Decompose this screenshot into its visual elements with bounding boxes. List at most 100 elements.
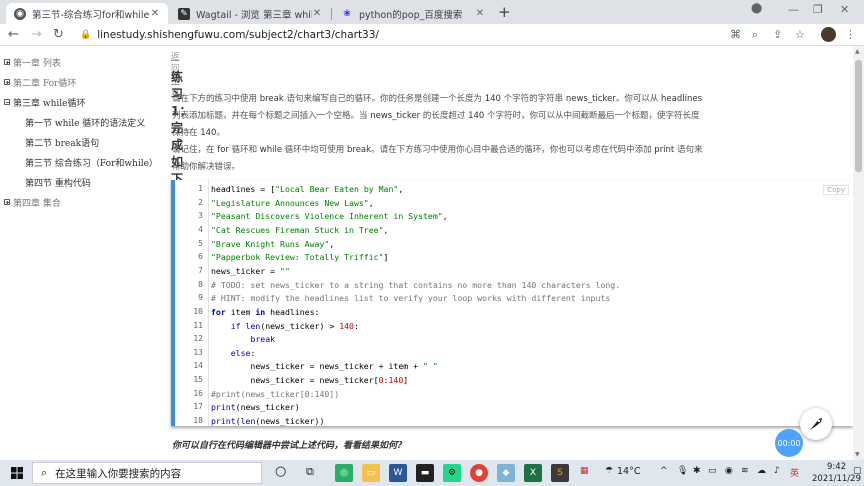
ime-indicator[interactable]: 英	[790, 466, 799, 479]
pen-tool-button[interactable]	[800, 408, 832, 440]
app-icon[interactable]: ◆	[497, 464, 515, 482]
tab-active[interactable]: ◉ 第三节-综合练习for和while ✕	[6, 3, 168, 24]
lock-icon: 🔒	[80, 30, 92, 40]
tray-app-icon[interactable]: ▦	[580, 466, 589, 476]
text: print	[654, 145, 675, 155]
wifi-icon[interactable]: ≋	[741, 466, 749, 476]
line-number: 18	[193, 416, 203, 426]
tab-baidu[interactable]: ❀ python的pop_百度搜索 ✕	[333, 3, 493, 24]
avatar[interactable]	[821, 27, 836, 42]
code-line[interactable]: for item in headlines:	[211, 307, 319, 317]
code-line[interactable]: else:	[211, 348, 256, 358]
code-line[interactable]: # HINT: modify the headlines list to ver…	[211, 293, 610, 303]
timer-badge[interactable]: 00:00	[775, 429, 803, 457]
scroll-up-arrow-icon[interactable]: ▲	[855, 48, 860, 55]
close-icon[interactable]: ✕	[312, 8, 322, 19]
wechat-icon[interactable]: ◎	[335, 464, 353, 482]
code-block[interactable]: Copy 1 headlines = ["Local Bear Eaten by …	[171, 180, 853, 426]
sidebar-item-chapter2[interactable]: 第二章 For循环	[0, 72, 76, 92]
code-line[interactable]: "Cat Rescues Fireman Stuck in Tree",	[211, 225, 388, 235]
page-scrollbar[interactable]: ▲ ▼	[853, 46, 864, 460]
code-token: in	[255, 306, 266, 317]
sidebar-item-chapter1[interactable]: 第一章 列表	[0, 52, 61, 72]
expand-plus-icon[interactable]	[4, 79, 10, 85]
share-icon[interactable]: ⇪	[773, 28, 782, 41]
windows-taskbar: ⌕ 在这里输入你要搜索的内容 ○ ⧉ ◎ ▭ W ▬ ⚙ ● ◆ X S ▦ ☂…	[0, 460, 864, 486]
code-token: # HINT: modify the headlines list to ver…	[211, 293, 611, 304]
window-close-icon[interactable]: ✕	[840, 3, 849, 16]
forward-arrow-icon[interactable]: →	[31, 27, 42, 42]
task-view-icon[interactable]: ⧉	[306, 465, 314, 479]
close-icon[interactable]: ✕	[475, 8, 485, 19]
windows-start-icon[interactable]	[11, 467, 23, 479]
word-icon[interactable]: W	[389, 464, 407, 482]
sidebar-item-section3[interactable]: 第三节 综合练习（For和while）	[25, 152, 158, 172]
code-line[interactable]: break	[211, 334, 275, 344]
weather-temp[interactable]: 14°C	[617, 466, 640, 477]
notification-icon[interactable]: ▢	[853, 466, 862, 476]
expand-plus-icon[interactable]	[4, 199, 10, 205]
code-line[interactable]: "Papperbok Review: Totally Triffic"]	[211, 252, 388, 262]
sidebar-item-section2[interactable]: 第二节 break语句	[25, 132, 99, 152]
restore-icon[interactable]: ❐	[813, 3, 823, 16]
text: 140	[468, 111, 485, 121]
menu-kebab-icon[interactable]: ⋮	[845, 28, 856, 41]
url-field[interactable]: 🔒 linestudy.shishengfuwu.com/subject2/ch…	[80, 26, 720, 44]
code-token: len	[240, 416, 256, 426]
chrome-icon[interactable]: ●	[470, 464, 488, 482]
microphone-icon[interactable]: 🎙	[677, 466, 688, 476]
tab-wagtail[interactable]: ✎ Wagtail - 浏览 第三章 while循环 ✕	[170, 3, 330, 24]
code-line[interactable]: print(len(news_ticker))	[211, 416, 324, 426]
scrollbar-thumb[interactable]	[855, 60, 862, 172]
sidebar-item-label: 第一章 列表	[13, 58, 61, 69]
code-line[interactable]: news_ticker = news_ticker[0:140]	[211, 375, 408, 385]
code-line[interactable]: #print(news_ticker[0:140])	[211, 389, 339, 399]
translate-icon[interactable]: ⌘	[730, 28, 741, 41]
sidebar-item-chapter3[interactable]: 第三章 while循环	[0, 92, 85, 112]
bookmark-star-icon[interactable]: ☆	[795, 28, 805, 41]
pycharm-icon[interactable]: ⚙	[443, 464, 461, 482]
code-token: ,	[398, 184, 404, 194]
battery-icon[interactable]: ▭	[708, 466, 717, 476]
profile-menu-icon[interactable]: ⬤	[751, 3, 762, 14]
scroll-down-arrow-icon[interactable]: ▼	[855, 451, 860, 458]
zoom-icon[interactable]: ⌕	[752, 28, 758, 42]
chevron-up-icon[interactable]: ^	[660, 466, 668, 476]
copy-button[interactable]: Copy	[823, 185, 849, 195]
tab-title: Wagtail - 浏览 第三章 while循环	[196, 9, 312, 21]
sidebar-item-chapter4[interactable]: 第四章 集合	[0, 192, 61, 212]
code-line[interactable]: news_ticker = news_ticker + item + " "	[211, 361, 437, 371]
code-line[interactable]: # TODO: set news_ticker to a string that…	[211, 280, 620, 290]
sublime-icon[interactable]: S	[551, 464, 569, 482]
code-line[interactable]: "Brave Knight Runs Away",	[211, 239, 334, 249]
code-line[interactable]: if len(news_ticker) > 140:	[211, 321, 359, 331]
new-tab-icon[interactable]: +	[498, 3, 511, 21]
code-line[interactable]: headlines = ["Local Bear Eaten by Man",	[211, 184, 403, 194]
code-line[interactable]: print(news_ticker)	[211, 402, 300, 412]
terminal-icon[interactable]: ▬	[416, 464, 434, 482]
code-token: for	[211, 306, 226, 317]
excel-icon[interactable]: X	[524, 464, 542, 482]
code-line[interactable]: "Peasant Discovers Violence Inherent in …	[211, 211, 448, 221]
code-line[interactable]: "Legislature Announces New Laws",	[211, 198, 374, 208]
reload-icon[interactable]: ↻	[53, 27, 64, 42]
bluetooth-icon[interactable]: ✱	[693, 466, 701, 476]
close-icon[interactable]: ✕	[150, 8, 160, 19]
volume-icon[interactable]: ♪	[774, 466, 780, 476]
baidu-icon: ❀	[343, 8, 351, 19]
sidebar-item-section1[interactable]: 第一节 while 循环的语法定义	[25, 112, 145, 132]
back-arrow-icon[interactable]: ←	[8, 27, 19, 42]
file-explorer-icon[interactable]: ▭	[362, 464, 380, 482]
code-token: ,	[368, 197, 374, 208]
code-token: break	[250, 334, 276, 345]
network-icon[interactable]: ◉	[725, 466, 733, 476]
cloud-icon[interactable]: ☁	[757, 466, 766, 476]
code-line[interactable]: news_ticker = ""	[211, 266, 290, 276]
sidebar-item-section4[interactable]: 第四节 重构代码	[25, 172, 91, 192]
collapse-minus-icon[interactable]	[4, 99, 10, 105]
cortana-circle-icon[interactable]: ○	[275, 464, 286, 479]
expand-plus-icon[interactable]	[4, 59, 10, 65]
minimize-icon[interactable]: —	[788, 3, 799, 16]
taskbar-search-box[interactable]: ⌕ 在这里输入你要搜索的内容	[32, 462, 262, 484]
